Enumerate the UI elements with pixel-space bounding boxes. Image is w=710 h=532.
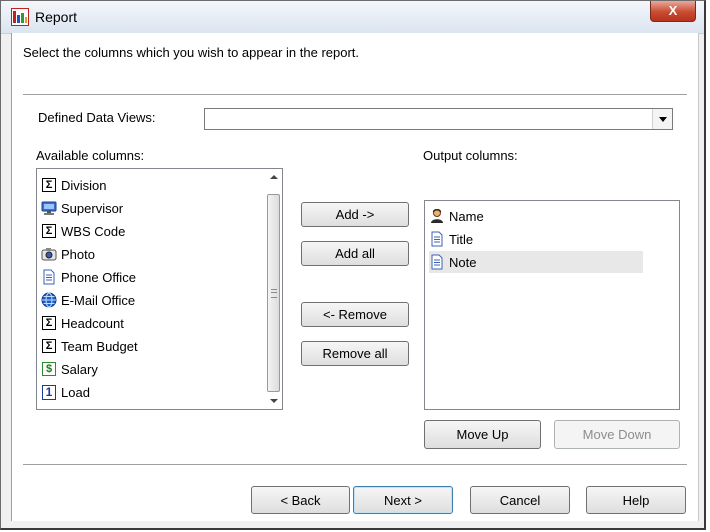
top-separator	[23, 94, 687, 96]
help-button[interactable]: Help	[586, 486, 686, 514]
add-button[interactable]: Add ->	[301, 202, 409, 227]
list-item-note[interactable]: Note	[429, 251, 643, 273]
list-item-label: E-Mail Office	[61, 292, 136, 308]
scroll-down-arrow-icon[interactable]	[265, 392, 282, 409]
instruction-text: Select the columns which you wish to app…	[23, 45, 360, 60]
scroll-up-arrow-icon[interactable]	[265, 169, 282, 186]
bottom-separator	[23, 464, 687, 466]
grip-icon	[271, 289, 277, 298]
available-list-scrollbar[interactable]	[265, 169, 282, 409]
document-icon	[429, 231, 445, 247]
dollar-icon: $	[41, 361, 57, 377]
move-up-button[interactable]: Move Up	[424, 420, 541, 449]
defined-data-views-combo[interactable]	[204, 108, 673, 130]
output-columns-label: Output columns:	[423, 148, 518, 163]
list-item-label: Team Budget	[61, 338, 138, 354]
list-item-label: Phone Office	[61, 269, 136, 285]
remove-all-button[interactable]: Remove all	[301, 341, 409, 366]
report-dialog: Report X Select the columns which you wi…	[0, 0, 706, 530]
list-item-division[interactable]: Σ Division	[41, 174, 107, 196]
remove-button[interactable]: <- Remove	[301, 302, 409, 327]
back-button[interactable]: < Back	[251, 486, 350, 514]
scrollbar-thumb[interactable]	[267, 194, 280, 392]
globe-icon	[41, 292, 57, 308]
sigma-icon: Σ	[41, 223, 57, 239]
list-item-headcount[interactable]: Σ Headcount	[41, 312, 124, 334]
list-item-title[interactable]: Title	[429, 228, 473, 250]
number-one-icon: 1	[41, 384, 57, 400]
monitor-icon	[41, 200, 57, 216]
next-button[interactable]: Next >	[353, 486, 453, 514]
sigma-icon: Σ	[41, 177, 57, 193]
sigma-icon: Σ	[41, 315, 57, 331]
cancel-button[interactable]: Cancel	[470, 486, 570, 514]
person-icon	[429, 208, 445, 224]
list-item-label: Headcount	[61, 315, 124, 331]
close-button[interactable]: X	[650, 1, 696, 22]
list-item-label: Division	[61, 177, 107, 193]
list-item-label: Load	[61, 384, 90, 400]
document-icon	[41, 269, 57, 285]
list-item-e-mail-office[interactable]: E-Mail Office	[41, 289, 135, 311]
list-item-supervisor[interactable]: Supervisor	[41, 197, 123, 219]
list-item-photo[interactable]: Photo	[41, 243, 95, 265]
defined-data-views-label: Defined Data Views:	[38, 110, 156, 125]
list-item-team-budget[interactable]: Σ Team Budget	[41, 335, 138, 357]
window-title: Report	[35, 9, 78, 25]
add-all-button[interactable]: Add all	[301, 241, 409, 266]
available-columns-label: Available columns:	[36, 148, 145, 163]
list-item-label: Name	[449, 208, 484, 224]
output-columns-list[interactable]: Name Title Note	[424, 200, 680, 410]
title-bar: Report X	[1, 1, 704, 34]
list-item-salary[interactable]: $ Salary	[41, 358, 98, 380]
list-item-label: Photo	[61, 246, 95, 262]
list-item-label: Title	[449, 231, 474, 247]
move-down-button[interactable]: Move Down	[554, 420, 680, 449]
list-item-label: WBS Code	[61, 223, 126, 239]
list-item-label: Salary	[61, 361, 98, 377]
list-item-load[interactable]: 1 Load	[41, 381, 90, 403]
sigma-icon: Σ	[41, 338, 57, 354]
report-app-icon	[11, 8, 29, 26]
list-item-label: Note	[449, 254, 477, 270]
list-item-name[interactable]: Name	[429, 205, 484, 227]
list-item-phone-office[interactable]: Phone Office	[41, 266, 136, 288]
chevron-down-icon[interactable]	[652, 109, 672, 129]
list-item-wbs-code[interactable]: Σ WBS Code	[41, 220, 125, 242]
camera-icon	[41, 246, 57, 262]
list-item-label: Supervisor	[61, 200, 124, 216]
document-icon	[429, 254, 445, 270]
available-columns-list[interactable]: Σ Division Supervisor Σ WBS Code Photo P…	[36, 168, 283, 410]
